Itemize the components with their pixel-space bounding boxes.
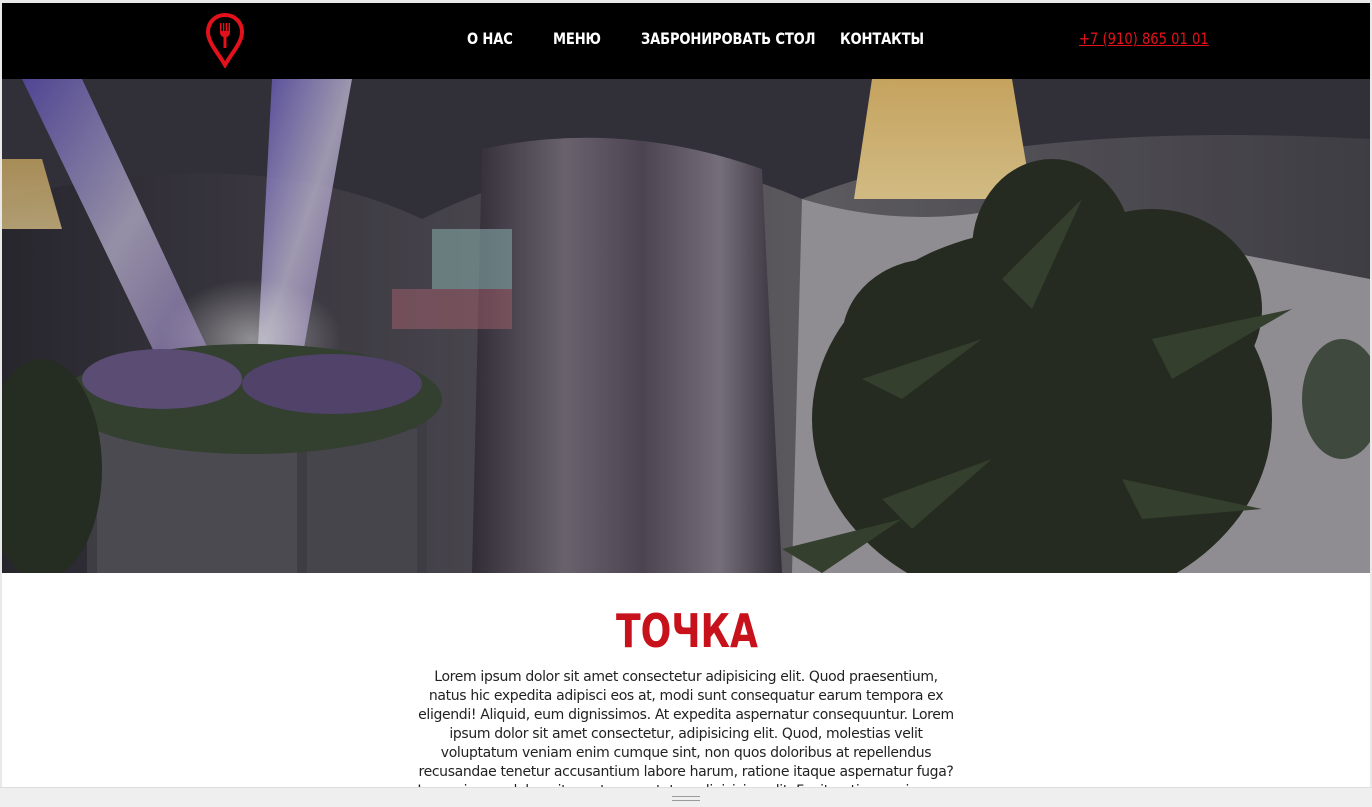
page: О НАС МЕНЮ ЗАБРОНИРОВАТЬ СТОЛ КОНТАКТЫ +… (2, 3, 1370, 807)
nav-book-table[interactable]: ЗАБРОНИРОВАТЬ СТОЛ (641, 29, 815, 48)
restaurant-interior-photo (2, 79, 1370, 573)
nav-menu[interactable]: МЕНЮ (553, 29, 601, 48)
site-header: О НАС МЕНЮ ЗАБРОНИРОВАТЬ СТОЛ КОНТАКТЫ +… (2, 3, 1370, 79)
brand-wordmark: ТОЧКА (616, 604, 758, 653)
nav-about[interactable]: О НАС (467, 29, 513, 48)
phone-link[interactable]: +7 (910) 865 01 01 (1079, 29, 1209, 48)
drag-handle-icon[interactable] (672, 796, 700, 802)
brand-logo: ТОЧКА (616, 604, 758, 653)
nav-contacts[interactable]: КОНТАКТЫ (840, 29, 924, 48)
bottom-resize-bar[interactable] (0, 787, 1372, 807)
hero-image (2, 79, 1370, 573)
